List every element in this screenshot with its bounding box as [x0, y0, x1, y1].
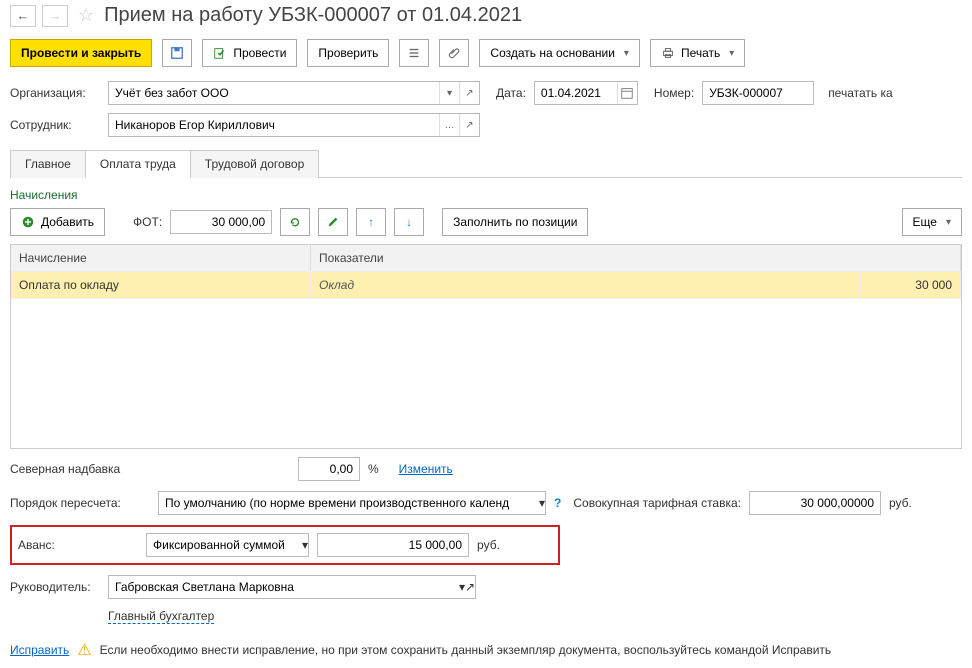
- advance-label: Аванс:: [18, 538, 138, 552]
- check-button[interactable]: Проверить: [307, 39, 389, 67]
- add-button-label: Добавить: [41, 215, 94, 229]
- post-icon: [213, 46, 227, 60]
- org-input[interactable]: [109, 82, 439, 104]
- recalc-order-dropdown-button[interactable]: ▾: [539, 496, 545, 510]
- nav-back-button[interactable]: ←: [10, 5, 36, 27]
- accruals-table: Начисление Показатели Оплата по окладу О…: [10, 244, 962, 449]
- north-allowance-label: Северная надбавка: [10, 462, 290, 476]
- org-label: Организация:: [10, 86, 100, 100]
- percent-sign: %: [368, 462, 379, 476]
- table-row[interactable]: Оплата по окладу Оклад 30 000: [11, 271, 961, 298]
- aggregate-rate-input[interactable]: [750, 492, 880, 514]
- print-button-label: Печать: [681, 46, 720, 60]
- date-calendar-button[interactable]: [617, 82, 637, 104]
- floppy-icon: [170, 46, 184, 60]
- recalc-order-select-wrap: ▾: [158, 491, 546, 515]
- fot-input[interactable]: [171, 211, 271, 233]
- save-button[interactable]: [162, 39, 192, 67]
- cell-value: 30 000: [861, 271, 961, 298]
- arrow-down-icon: ↓: [406, 215, 412, 229]
- org-open-button[interactable]: ↗: [459, 82, 479, 104]
- aggregate-rate-label: Совокупная тарифная ставка:: [573, 496, 741, 510]
- nav-forward-button: →: [42, 5, 68, 27]
- north-allowance-input[interactable]: [299, 458, 359, 480]
- recalc-order-select[interactable]: [159, 492, 539, 514]
- page-title: Прием на работу УБЗК-000007 от 01.04.202…: [104, 4, 522, 27]
- calendar-icon: [620, 86, 634, 100]
- table-empty-area: [11, 298, 961, 448]
- number-field-wrap: [702, 81, 814, 105]
- create-based-on-button[interactable]: Создать на основании: [479, 39, 640, 67]
- advance-method-dropdown-button[interactable]: ▾: [302, 538, 308, 552]
- date-label: Дата:: [496, 86, 526, 100]
- employee-field-wrap: … ↗: [108, 113, 480, 137]
- tabs: Главное Оплата труда Трудовой договор: [10, 149, 962, 178]
- help-icon[interactable]: ?: [554, 496, 561, 510]
- attachments-button[interactable]: [439, 39, 469, 67]
- manager-open-button[interactable]: ↗: [465, 580, 475, 594]
- footer-hint: Если необходимо внести исправление, но п…: [100, 643, 832, 657]
- table-header: Начисление Показатели: [11, 245, 961, 271]
- plus-circle-icon: [21, 215, 35, 229]
- number-label: Номер:: [654, 86, 694, 100]
- employee-label: Сотрудник:: [10, 118, 100, 132]
- fot-field-wrap: [170, 210, 272, 234]
- number-input[interactable]: [703, 82, 813, 104]
- refresh-button[interactable]: [280, 208, 310, 236]
- fill-by-position-button[interactable]: Заполнить по позиции: [442, 208, 588, 236]
- refresh-icon: [288, 215, 302, 229]
- org-field-wrap: ▾ ↗: [108, 81, 480, 105]
- advance-amount-input[interactable]: [318, 534, 468, 556]
- org-dropdown-button[interactable]: ▾: [439, 82, 459, 104]
- date-input[interactable]: [535, 82, 617, 104]
- print-button[interactable]: Печать: [650, 39, 745, 67]
- col-indicators[interactable]: Показатели: [311, 245, 961, 271]
- change-link[interactable]: Изменить: [399, 462, 453, 476]
- manager-position-link[interactable]: Главный бухгалтер: [108, 609, 214, 624]
- move-down-button[interactable]: ↓: [394, 208, 424, 236]
- paperclip-icon: [447, 46, 461, 60]
- fot-label: ФОТ:: [133, 215, 162, 229]
- print-qty-label: печатать ка: [828, 86, 892, 100]
- cell-accrual-name: Оплата по окладу: [11, 271, 311, 298]
- post-button-label: Провести: [233, 46, 286, 60]
- post-and-close-button[interactable]: Провести и закрыть: [10, 39, 152, 67]
- col-accrual[interactable]: Начисление: [11, 245, 311, 271]
- list-icon: [407, 46, 421, 60]
- advance-method-select[interactable]: [147, 534, 302, 556]
- move-up-button[interactable]: ↑: [356, 208, 386, 236]
- employee-select-button[interactable]: …: [439, 114, 459, 136]
- advance-method-wrap: ▾: [146, 533, 309, 557]
- list-view-button[interactable]: [399, 39, 429, 67]
- warning-icon: ⚠: [77, 640, 91, 660]
- manager-field-wrap: ▾ ↗: [108, 575, 476, 599]
- advance-highlight-box: Аванс: ▾ руб.: [10, 525, 560, 565]
- favorite-star-icon[interactable]: ☆: [78, 5, 94, 26]
- pencil-icon: [326, 215, 340, 229]
- fix-link[interactable]: Исправить: [10, 643, 69, 657]
- arrow-up-icon: ↑: [368, 215, 374, 229]
- employee-open-button[interactable]: ↗: [459, 114, 479, 136]
- manager-input[interactable]: [109, 576, 459, 598]
- cell-indicator: Оклад: [311, 271, 861, 298]
- recalc-order-label: Порядок пересчета:: [10, 496, 150, 510]
- date-field-wrap: [534, 81, 638, 105]
- tab-main[interactable]: Главное: [10, 150, 86, 178]
- add-button[interactable]: Добавить: [10, 208, 105, 236]
- accruals-section-label: Начисления: [10, 188, 962, 202]
- employee-input[interactable]: [109, 114, 439, 136]
- tab-contract[interactable]: Трудовой договор: [190, 150, 319, 178]
- printer-icon: [661, 46, 675, 60]
- rub-label-2: руб.: [477, 538, 500, 552]
- more-button[interactable]: Еще: [902, 208, 962, 236]
- manager-label: Руководитель:: [10, 580, 100, 594]
- tab-payment[interactable]: Оплата труда: [85, 150, 191, 178]
- rub-label-1: руб.: [889, 496, 912, 510]
- post-button[interactable]: Провести: [202, 39, 297, 67]
- edit-button[interactable]: [318, 208, 348, 236]
